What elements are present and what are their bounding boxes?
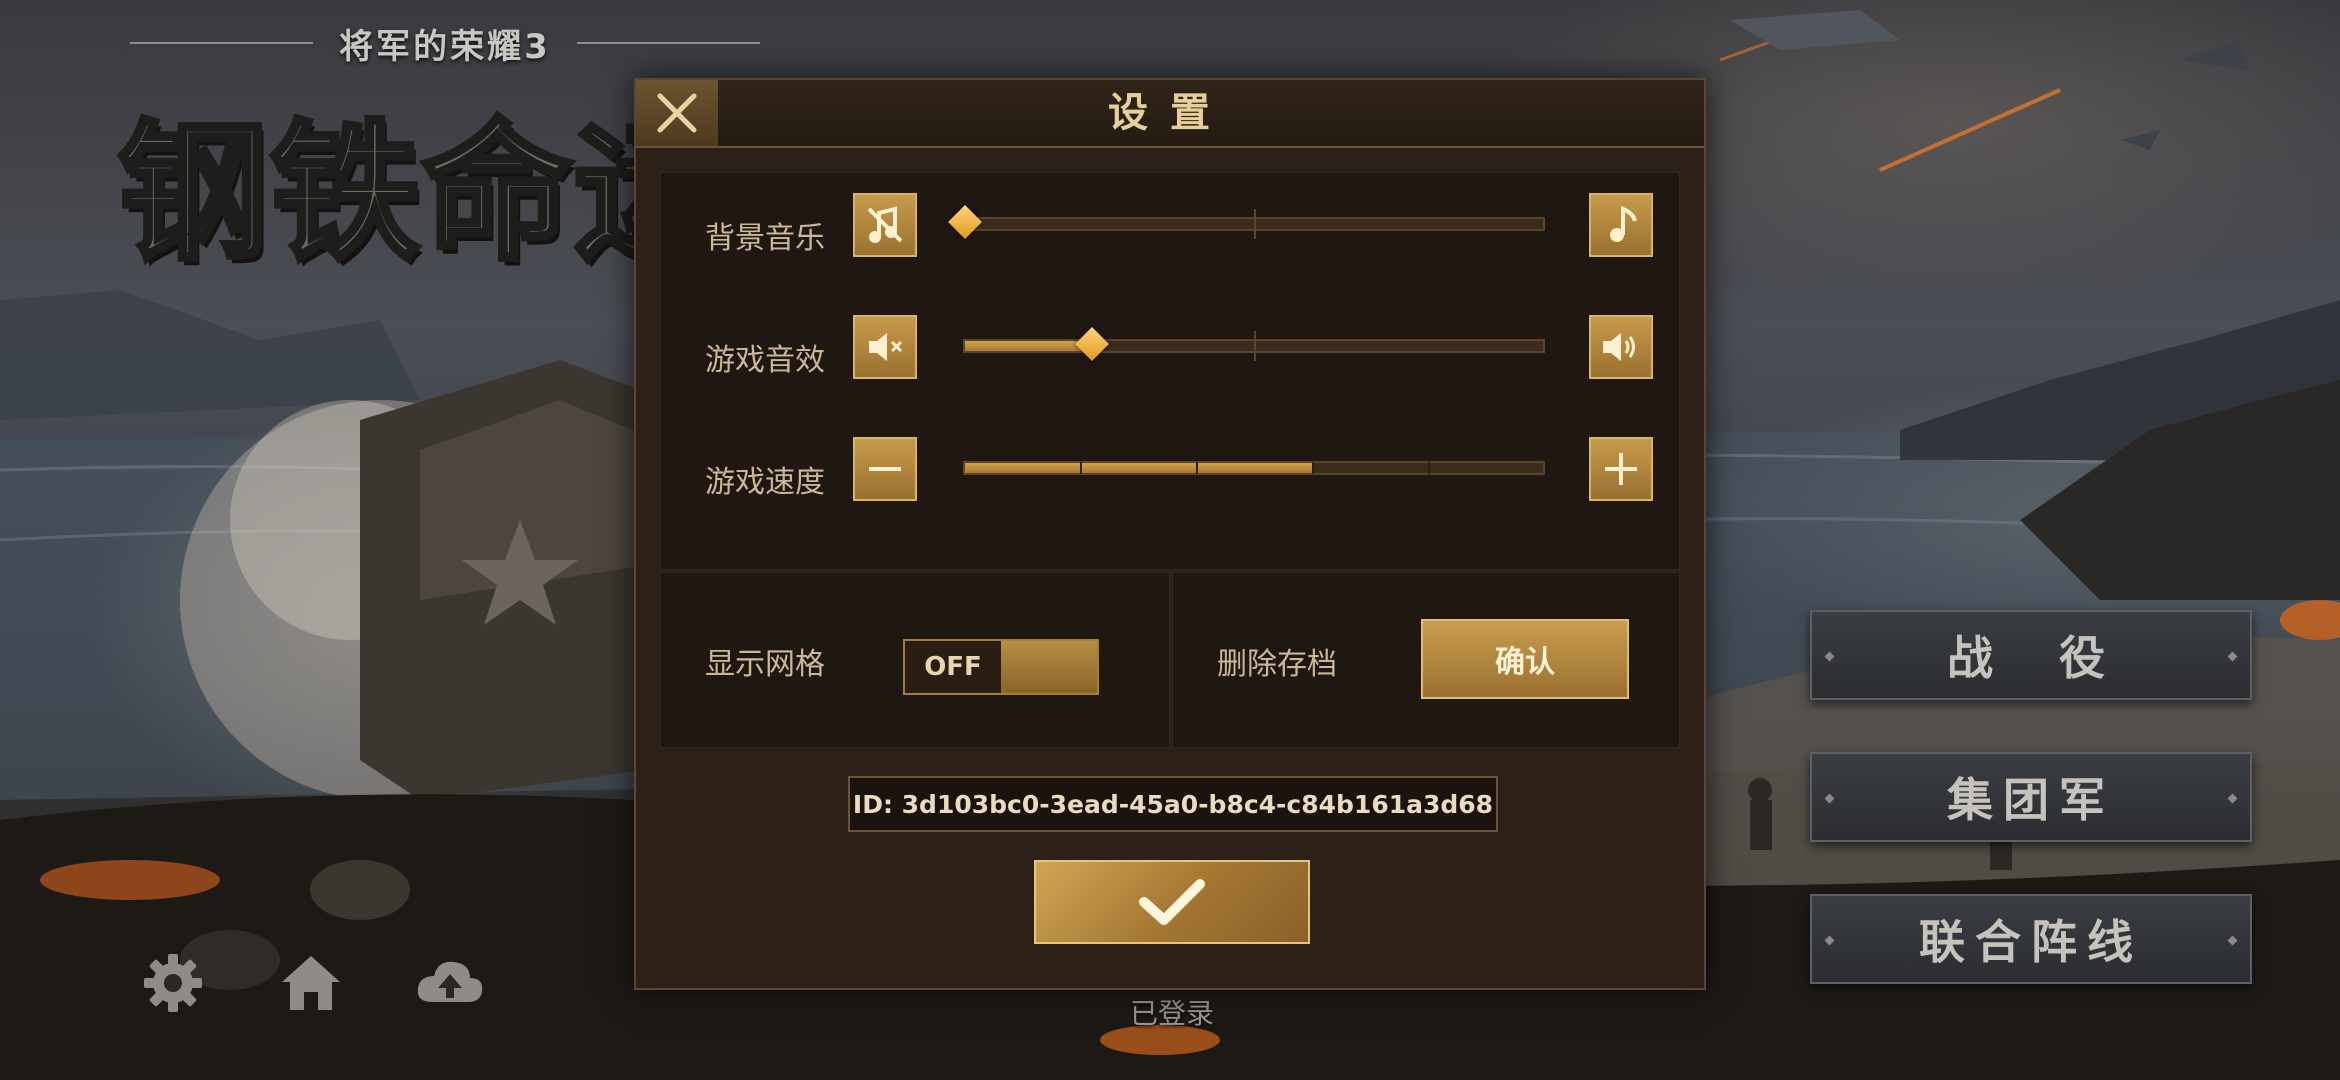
grid-toggle-knob — [1001, 641, 1097, 693]
button-ornament — [2227, 935, 2238, 946]
bgm-label: 背景音乐 — [705, 221, 825, 256]
sfx-slider[interactable] — [963, 327, 1545, 361]
slider-segment-mark — [1428, 462, 1430, 474]
subtitle-divider-left — [130, 42, 314, 44]
checkmark-icon — [1139, 879, 1205, 925]
close-button[interactable] — [636, 80, 718, 146]
dialog-header: 设置 — [636, 80, 1704, 148]
close-icon — [657, 93, 697, 133]
army-group-button-label: 集团军 — [1947, 773, 2115, 827]
login-status: 已登录 — [1130, 997, 1215, 1030]
slider-segment-mark — [1080, 462, 1082, 474]
grid-toggle-state: OFF — [905, 641, 1001, 693]
gear-icon[interactable] — [138, 948, 208, 1018]
speed-label: 游戏速度 — [705, 465, 825, 500]
united-front-button-label: 联合阵线 — [1919, 915, 2143, 969]
cloud-upload-icon[interactable] — [412, 948, 488, 1018]
delete-save-confirm-button[interactable]: 确认 — [1421, 619, 1629, 699]
bgm-mute-button[interactable] — [853, 193, 917, 257]
speed-slider[interactable] — [963, 461, 1545, 475]
music-off-icon — [867, 206, 903, 243]
audio-panel: 背景音乐 游戏音效 游戏速度 — [660, 172, 1680, 570]
campaign-button[interactable]: 战 役 — [1810, 610, 2252, 700]
ok-button[interactable] — [1034, 860, 1310, 944]
slider-center-mark — [1254, 209, 1256, 239]
bgm-max-button[interactable] — [1589, 193, 1653, 257]
button-ornament — [2227, 651, 2238, 662]
army-group-button[interactable]: 集团军 — [1810, 752, 2252, 842]
minus-icon — [869, 467, 901, 471]
settings-dialog: 设置 背景音乐 游戏音效 游戏速度 显示网格 OFF 删除存档 确认 ID: 3… — [634, 78, 1706, 990]
music-note-icon — [1610, 206, 1637, 242]
button-ornament — [1824, 793, 1835, 804]
sfx-max-button[interactable] — [1589, 315, 1653, 379]
button-ornament — [2227, 793, 2238, 804]
slider-segment-mark — [1196, 462, 1198, 474]
game-subtitle: 将军的荣耀3 — [339, 26, 551, 67]
home-icon[interactable] — [276, 948, 346, 1018]
game-subtitle-row: 将军的荣耀3 — [130, 18, 761, 68]
sfx-slider-fill — [965, 341, 1093, 351]
speed-increase-button[interactable] — [1589, 437, 1653, 501]
button-ornament — [1824, 651, 1835, 662]
grid-toggle[interactable]: OFF — [903, 639, 1099, 695]
player-id: ID: 3d103bc0-3ead-45a0-b8c4-c84b161a3d68 — [848, 776, 1498, 832]
bgm-slider[interactable] — [948, 205, 1545, 239]
sfx-slider-knob[interactable] — [1075, 327, 1110, 361]
grid-label: 显示网格 — [705, 647, 825, 682]
bgm-slider-knob[interactable] — [948, 205, 982, 239]
plus-icon — [1605, 453, 1637, 485]
sfx-mute-button[interactable] — [853, 315, 917, 379]
speaker-loud-icon — [1603, 333, 1635, 361]
slider-center-mark — [1254, 331, 1256, 361]
grid-panel: 显示网格 OFF — [660, 572, 1170, 748]
dialog-title: 设置 — [1108, 90, 1232, 136]
delete-save-panel: 删除存档 确认 — [1172, 572, 1680, 748]
speaker-mute-icon — [869, 333, 903, 361]
united-front-button[interactable]: 联合阵线 — [1810, 894, 2252, 984]
subtitle-divider-right — [576, 42, 761, 44]
speed-decrease-button[interactable] — [853, 437, 917, 501]
slider-segment-mark — [1312, 462, 1314, 474]
campaign-button-label: 战 役 — [1947, 631, 2115, 685]
button-ornament — [1824, 935, 1835, 946]
delete-save-label: 删除存档 — [1217, 647, 1337, 682]
sfx-label: 游戏音效 — [705, 343, 825, 378]
speed-slider-fill — [965, 463, 1312, 473]
